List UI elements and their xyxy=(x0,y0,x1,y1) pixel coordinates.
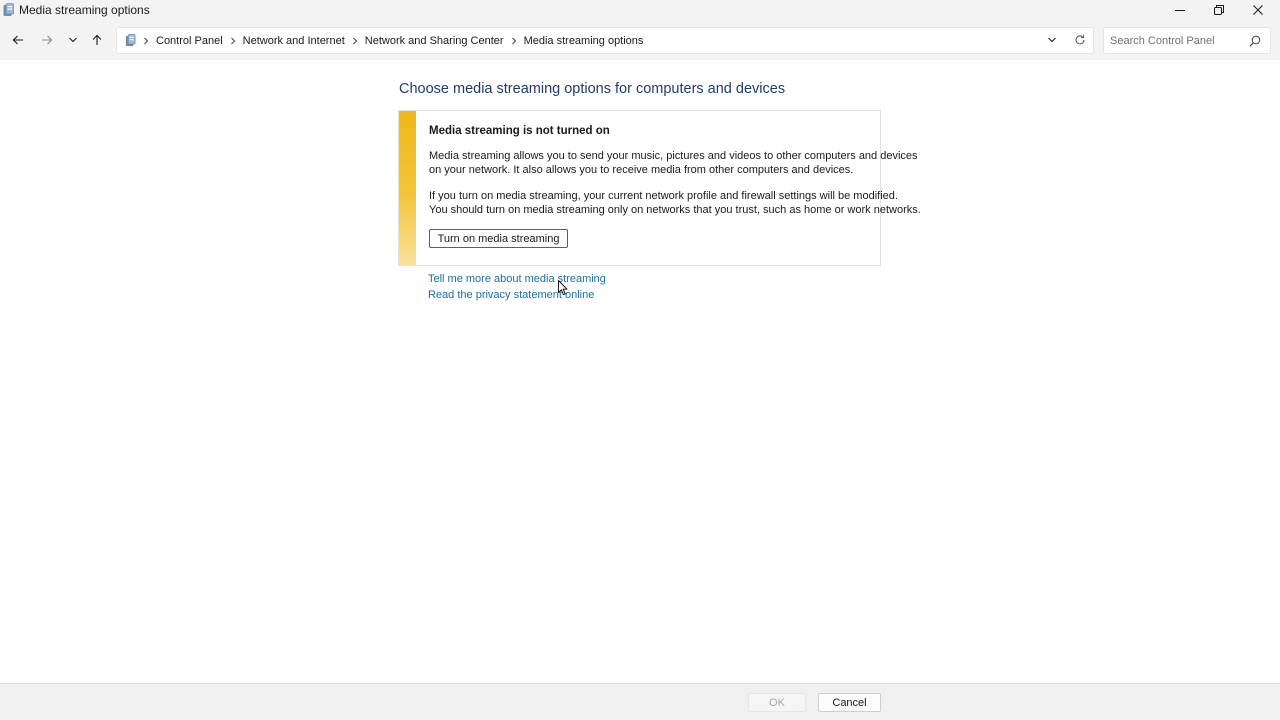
breadcrumb-network-and-internet[interactable]: Network and Internet xyxy=(243,35,345,47)
forward-arrow-icon xyxy=(42,35,53,45)
forward-button[interactable] xyxy=(36,30,58,50)
refresh-button[interactable] xyxy=(1070,30,1090,50)
title-bar: Media streaming options xyxy=(0,0,1280,20)
breadcrumb: Control Panel Network and Internet Netwo… xyxy=(125,28,643,53)
address-dropdown-button[interactable] xyxy=(1043,31,1061,49)
ok-button[interactable]: OK xyxy=(748,693,806,712)
turn-on-media-streaming-button[interactable]: Turn on media streaming xyxy=(429,229,568,248)
warning-firewall-note: If you turn on media streaming, your cur… xyxy=(429,190,921,217)
breadcrumb-control-panel[interactable]: Control Panel xyxy=(156,35,223,47)
refresh-icon xyxy=(1075,34,1085,45)
recent-locations-chevron-icon xyxy=(69,37,77,43)
warning-firewall-line: If you turn on media streaming, your cur… xyxy=(429,190,898,202)
up-button[interactable] xyxy=(86,30,108,50)
restore-icon xyxy=(1214,5,1224,15)
control-panel-icon xyxy=(3,3,14,16)
warning-heading: Media streaming is not turned on xyxy=(429,125,610,137)
dialog-button-bar: OK Cancel xyxy=(0,683,1280,720)
cancel-button[interactable]: Cancel xyxy=(818,693,881,712)
window-title: Media streaming options xyxy=(19,3,150,17)
page-title: Choose media streaming options for compu… xyxy=(399,81,786,97)
control-panel-icon xyxy=(125,34,136,47)
warning-description-line: on your network. It also allows you to r… xyxy=(429,163,854,176)
close-icon xyxy=(1253,5,1263,15)
navigation-bar: Control Panel Network and Internet Netwo… xyxy=(0,20,1280,60)
recent-locations-button[interactable] xyxy=(62,30,84,50)
chevron-right-icon[interactable] xyxy=(351,37,359,45)
restore-button[interactable] xyxy=(1199,0,1239,20)
up-arrow-icon xyxy=(92,34,102,45)
close-button[interactable] xyxy=(1238,0,1278,20)
warning-description: Media streaming allows you to send your … xyxy=(429,150,918,177)
chevron-down-icon xyxy=(1048,37,1056,43)
tell-me-more-link[interactable]: Tell me more about media streaming xyxy=(428,273,606,285)
warning-firewall-line: You should turn on media streaming only … xyxy=(429,203,921,216)
back-button[interactable] xyxy=(7,30,29,50)
address-bar[interactable]: Control Panel Network and Internet Netwo… xyxy=(116,27,1094,54)
mouse-cursor-icon xyxy=(558,280,568,296)
search-box[interactable] xyxy=(1103,27,1271,54)
privacy-statement-link[interactable]: Read the privacy statement online xyxy=(428,289,594,301)
search-icon[interactable] xyxy=(1248,34,1262,48)
chevron-right-icon[interactable] xyxy=(510,37,518,45)
media-streaming-warning-panel: Media streaming is not turned on Media s… xyxy=(398,110,921,266)
breadcrumb-media-streaming-options[interactable]: Media streaming options xyxy=(524,35,644,47)
breadcrumb-network-and-sharing-center[interactable]: Network and Sharing Center xyxy=(365,35,504,47)
chevron-right-icon[interactable] xyxy=(142,37,150,45)
warning-description-line: Media streaming allows you to send your … xyxy=(429,150,918,162)
minimize-icon xyxy=(1175,10,1185,11)
back-arrow-icon xyxy=(12,35,23,45)
chevron-right-icon[interactable] xyxy=(229,37,237,45)
search-input[interactable] xyxy=(1110,33,1240,49)
warning-stripe xyxy=(399,111,416,265)
minimize-button[interactable] xyxy=(1160,0,1200,20)
